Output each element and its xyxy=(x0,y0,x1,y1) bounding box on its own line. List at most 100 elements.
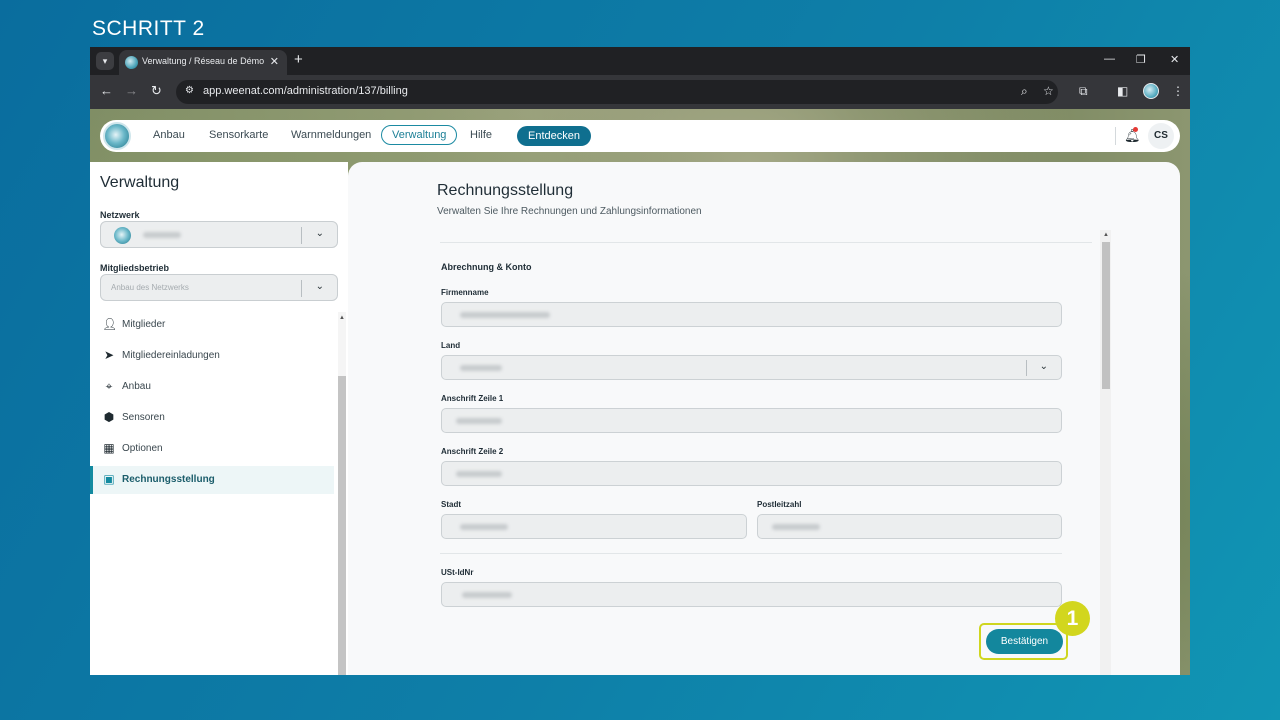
tab-search-icon[interactable]: ▾ xyxy=(96,52,114,70)
chevron-down-icon[interactable]: ⌄ xyxy=(316,281,324,292)
reload-icon[interactable]: ↻ xyxy=(151,84,162,98)
sidebar-item-label: Optionen xyxy=(122,443,163,454)
main-scroll-thumb[interactable] xyxy=(1102,242,1110,389)
sidebar-item-label: Mitglieder xyxy=(122,319,166,330)
nav-sensorkarte[interactable]: Sensorkarte xyxy=(209,129,268,141)
site-info-icon[interactable]: ⚙ xyxy=(185,85,194,96)
admin-sidebar: Verwaltung Netzwerk ⌄ Mitgliedsbetrieb A… xyxy=(90,162,348,675)
vat-id-label: USt-IdNr xyxy=(441,568,474,577)
url-text[interactable]: app.weenat.com/administration/137/billin… xyxy=(203,85,408,97)
page-subtitle: Verwalten Sie Ihre Rechnungen und Zahlun… xyxy=(437,206,702,217)
redacted-value xyxy=(456,471,502,477)
address-line-1-label: Anschrift Zeile 1 xyxy=(441,394,504,403)
sidebar-item-label: Rechnungsstellung xyxy=(122,474,215,485)
zoom-icon[interactable]: ⌕ xyxy=(1021,84,1028,99)
address-bar[interactable]: ⚙ app.weenat.com/administration/137/bill… xyxy=(176,80,1058,104)
page-title: Rechnungsstellung xyxy=(437,182,574,199)
select-divider xyxy=(301,280,302,297)
postal-code-label: Postleitzahl xyxy=(757,500,802,509)
bookmark-star-icon[interactable]: ☆ xyxy=(1043,84,1054,98)
network-select[interactable]: ⌄ xyxy=(100,221,338,248)
page-viewport: Anbau Sensorkarte Warnmeldungen Verwaltu… xyxy=(90,109,1190,675)
nav-anbau[interactable]: Anbau xyxy=(153,129,185,141)
user-avatar[interactable]: CS xyxy=(1148,123,1174,149)
network-name-redacted xyxy=(143,232,181,238)
city-field[interactable] xyxy=(441,514,747,539)
country-select[interactable]: ⌄ xyxy=(441,355,1062,380)
sidebar-scroll-thumb[interactable] xyxy=(338,376,346,675)
chevron-down-icon[interactable]: ⌄ xyxy=(1040,361,1048,372)
browser-tab[interactable]: Verwaltung / Réseau de Démo ✕ xyxy=(119,50,287,75)
side-panel-icon[interactable]: ◧ xyxy=(1117,84,1128,98)
profile-icon[interactable] xyxy=(1143,83,1159,99)
redacted-value xyxy=(462,592,512,598)
billing-panel: Rechnungsstellung Verwalten Sie Ihre Rec… xyxy=(348,162,1180,675)
member-company-label: Mitgliedsbetrieb xyxy=(100,263,170,273)
sidebar-item-label: Anbau xyxy=(122,381,151,392)
select-divider xyxy=(301,227,302,244)
notification-dot xyxy=(1133,127,1138,132)
nav-hilfe[interactable]: Hilfe xyxy=(470,129,492,141)
country-label: Land xyxy=(441,341,461,350)
sidebar-item-label: Mitgliedereinladungen xyxy=(122,350,220,361)
address-line-1-field[interactable] xyxy=(441,408,1062,433)
member-company-select[interactable]: Anbau des Netzwerks ⌄ xyxy=(100,274,338,301)
step-label: SCHRITT 2 xyxy=(92,17,205,40)
back-icon[interactable]: ← xyxy=(100,84,113,98)
sidebar-item-mitglieder[interactable]: 👤︎ Mitglieder xyxy=(90,311,334,339)
extensions-icon[interactable]: ⧉ xyxy=(1079,84,1088,99)
app-top-nav: Anbau Sensorkarte Warnmeldungen Verwaltu… xyxy=(100,120,1180,152)
redacted-value xyxy=(460,365,502,371)
section-title: Abrechnung & Konto xyxy=(441,262,532,272)
confirm-button[interactable]: Bestätigen xyxy=(986,629,1063,654)
kebab-menu-icon[interactable]: ⋮ xyxy=(1172,84,1184,98)
redacted-value xyxy=(460,524,508,530)
grid-icon: ▦ xyxy=(103,441,115,455)
weenat-logo-icon[interactable] xyxy=(103,122,131,150)
scroll-up-arrow-icon[interactable]: ▲ xyxy=(339,315,345,321)
window-close-icon[interactable]: ✕ xyxy=(1170,53,1179,66)
sidebar-item-anbau[interactable]: ⌖ Anbau xyxy=(90,373,334,401)
nav-divider xyxy=(1115,127,1116,145)
browser-toolbar: ← → ↻ ⚙ app.weenat.com/administration/13… xyxy=(90,75,1190,109)
postal-code-field[interactable] xyxy=(757,514,1062,539)
new-tab-icon[interactable]: + xyxy=(294,52,303,68)
redacted-value xyxy=(772,524,820,530)
section-divider xyxy=(440,553,1062,554)
redacted-value xyxy=(456,418,502,424)
sidebar-item-sensoren[interactable]: ⬢ Sensoren xyxy=(90,404,334,432)
tab-close-icon[interactable]: ✕ xyxy=(270,55,279,68)
forward-icon[interactable]: → xyxy=(125,84,138,98)
restore-icon[interactable]: ❐ xyxy=(1136,53,1146,66)
sidebar-item-label: Sensoren xyxy=(122,412,165,423)
nav-verwaltung[interactable]: Verwaltung xyxy=(381,125,458,145)
company-name-label: Firmenname xyxy=(441,288,489,297)
network-label: Netzwerk xyxy=(100,210,140,220)
tab-title: Verwaltung / Réseau de Démo xyxy=(142,56,264,66)
sensor-icon: ⬢ xyxy=(103,410,115,424)
sidebar-item-mitgliedereinladungen[interactable]: ➤ Mitgliedereinladungen xyxy=(90,342,334,370)
sidebar-item-rechnungsstellung[interactable]: ▣ Rechnungsstellung xyxy=(90,466,334,494)
minimize-icon[interactable]: — xyxy=(1104,53,1115,65)
company-name-field[interactable] xyxy=(441,302,1062,327)
chevron-down-icon[interactable]: ⌄ xyxy=(316,228,324,239)
select-divider xyxy=(1026,360,1027,376)
address-line-2-field[interactable] xyxy=(441,461,1062,486)
billing-icon: ▣ xyxy=(103,472,115,486)
network-logo-icon xyxy=(114,227,131,244)
section-divider xyxy=(440,242,1092,243)
member-company-placeholder: Anbau des Netzwerks xyxy=(111,283,189,292)
vat-id-field[interactable] xyxy=(441,582,1062,607)
person-icon: 👤︎ xyxy=(102,317,118,331)
map-pin-icon: ⌖ xyxy=(105,379,113,393)
sidebar-title: Verwaltung xyxy=(100,174,180,191)
tab-strip: ▾ Verwaltung / Réseau de Démo ✕ + — ❐ ✕ xyxy=(90,47,1190,75)
send-icon: ➤ xyxy=(103,348,115,362)
sidebar-item-optionen[interactable]: ▦ Optionen xyxy=(90,435,334,463)
nav-warnmeldungen[interactable]: Warnmeldungen xyxy=(291,129,371,141)
discover-button[interactable]: Entdecken xyxy=(517,126,591,146)
browser-window: ▾ Verwaltung / Réseau de Démo ✕ + — ❐ ✕ … xyxy=(90,47,1190,675)
weenat-favicon-icon xyxy=(125,56,138,69)
scroll-up-arrow-icon[interactable]: ▲ xyxy=(1103,232,1109,238)
redacted-value xyxy=(460,312,550,318)
